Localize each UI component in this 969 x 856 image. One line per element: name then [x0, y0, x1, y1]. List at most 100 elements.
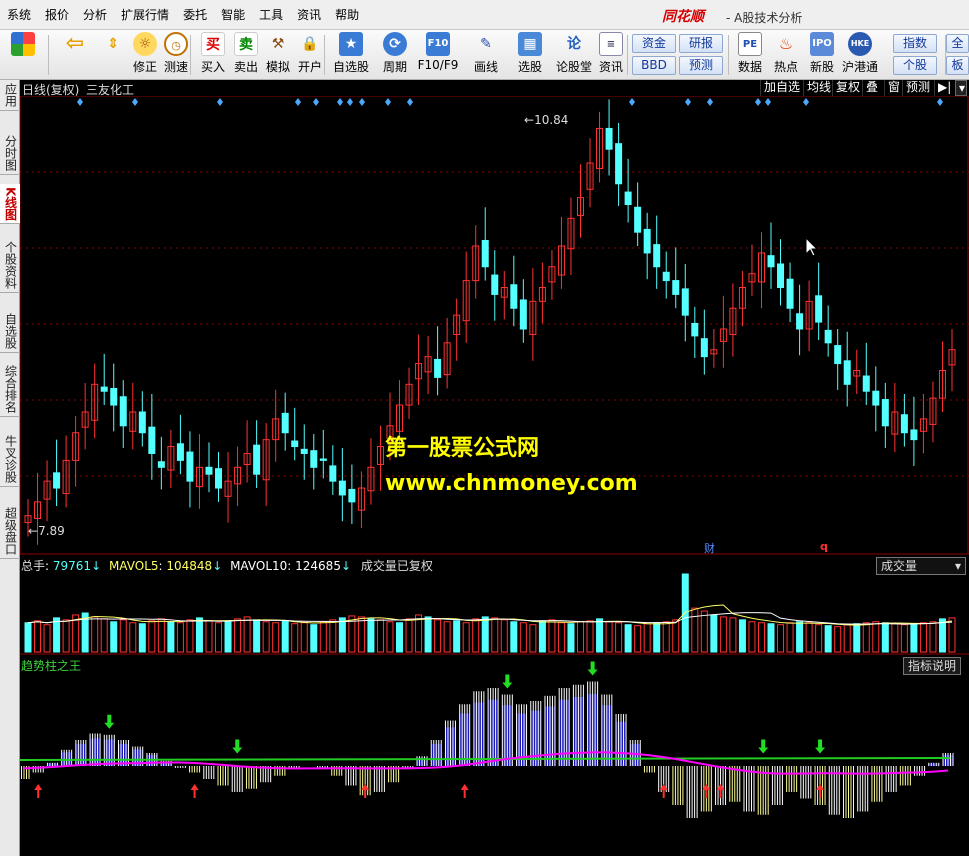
volume-bar	[548, 619, 556, 653]
candle-body	[281, 412, 289, 434]
chart-header-button-4[interactable]: 窗	[884, 80, 903, 96]
chart-header-button-0[interactable]: 加自选	[760, 80, 803, 96]
toolbar-button-6[interactable]: 卖卖出	[231, 32, 261, 78]
volume-bar	[853, 623, 861, 653]
left-tab-7[interactable]: 超级盘口	[0, 504, 20, 559]
toolbar-button-12[interactable]: ✎ 画线	[466, 32, 506, 78]
menu-item-5[interactable]: 智能	[214, 0, 252, 30]
toolbar-button-15[interactable]: ≡ 资讯	[596, 32, 626, 78]
menu-item-2[interactable]: 分析	[76, 0, 114, 30]
toolbar-button-1[interactable]: ⇦	[58, 32, 92, 78]
dropdown-icon[interactable]: ▾	[955, 80, 967, 96]
left-tab-4[interactable]: 自选股	[0, 310, 20, 353]
indicator-green-line	[20, 757, 951, 761]
toolbar-separator	[48, 35, 49, 75]
toolbar-button-label: 选股	[517, 60, 542, 74]
menu-item-4[interactable]: 委托	[176, 0, 214, 30]
menu-item-3[interactable]: 扩展行情	[114, 0, 176, 30]
sell-arrow-icon	[104, 714, 115, 729]
volume-bar	[138, 623, 146, 653]
toolbar-right-button-1[interactable]: ♨ 热点	[770, 32, 802, 78]
chart-header-button-5[interactable]: 预测	[902, 80, 933, 96]
f10-icon: F10	[426, 32, 450, 56]
toolbar-right-button-0[interactable]: PE 数据	[734, 32, 766, 78]
toolbar-button-label: 修正	[132, 60, 157, 74]
left-tab-6[interactable]: 牛叉诊股	[0, 432, 20, 487]
toolbar-button-8[interactable]: 🔒 开户	[294, 32, 326, 78]
left-tab-2[interactable]: K线图	[0, 184, 20, 225]
toolbar-edge-button-2[interactable]: 个股	[893, 56, 937, 75]
collapse-icon[interactable]: ▶|	[934, 80, 954, 96]
q-marker[interactable]: q	[820, 540, 828, 553]
toolbar-small-button-2[interactable]: BBD	[632, 56, 676, 75]
volume-selector[interactable]: 成交量 ▾	[876, 557, 966, 575]
volume-bar	[643, 623, 651, 653]
candle-body	[205, 466, 213, 475]
toolbar-button-10[interactable]: ⟳ 周期	[377, 32, 413, 78]
toolbar-button-label: 测速	[163, 60, 188, 74]
volume-bar	[634, 625, 642, 653]
candle-body	[834, 345, 842, 365]
toolbar-edge-button-3[interactable]: 板块	[946, 56, 969, 75]
menu-item-8[interactable]: 帮助	[328, 0, 366, 30]
toolbar-right-button-3[interactable]: HKE 沪港通	[840, 32, 880, 78]
volume-bar	[338, 617, 346, 653]
toolbar-small-button-0[interactable]: 资金	[632, 34, 676, 53]
volume-ma10-line	[27, 612, 953, 625]
left-tab-5[interactable]: 综合排名	[0, 362, 20, 417]
volume-bar	[386, 621, 394, 653]
menu-item-0[interactable]: 系统	[0, 0, 38, 30]
volume-bar	[253, 619, 261, 653]
toolbar-edge-button-0[interactable]: 指数	[893, 34, 937, 53]
volume-bar	[519, 622, 527, 653]
toolbar-small-button-1[interactable]: 研报	[679, 34, 723, 53]
chart-header-button-1[interactable]: 均线	[803, 80, 834, 96]
back-arrow-icon: ⇦	[65, 31, 85, 56]
buy-icon: 买	[201, 32, 225, 56]
candle-body	[329, 465, 337, 482]
toolbar-button-label: 数据	[737, 60, 762, 74]
toolbar-button-11[interactable]: F10 F10/F9	[416, 32, 460, 78]
toolbar-edge-button-1[interactable]: 全球	[946, 34, 969, 53]
toolbar-button-5[interactable]: 买买入	[198, 32, 228, 78]
ipo-icon: IPO	[810, 32, 834, 56]
candle-body	[291, 440, 299, 448]
toolbar-button-7[interactable]: ⚒ 模拟	[263, 32, 293, 78]
toolbar-button-2[interactable]: ⇕	[100, 32, 126, 78]
toolbar-separator	[728, 35, 729, 75]
menu-item-1[interactable]: 报价	[38, 0, 76, 30]
volume-bar	[129, 622, 137, 653]
volume-bar	[234, 618, 242, 653]
left-tab-3[interactable]: 个股资料	[0, 238, 20, 293]
menu-item-7[interactable]: 资讯	[290, 0, 328, 30]
candle-body	[900, 414, 908, 434]
toolbar-button-14[interactable]: 论论股堂	[554, 32, 594, 78]
left-tab-1[interactable]: 分时图	[0, 132, 20, 175]
menu-item-6[interactable]: 工具	[252, 0, 290, 30]
mouse-cursor-icon	[805, 236, 819, 257]
toolbar-button-4[interactable]: ◷ 测速	[160, 32, 192, 78]
left-tab-0[interactable]: 应用	[0, 80, 20, 111]
event-diamond-icon	[803, 98, 809, 106]
chart-header-button-2[interactable]: 复权	[832, 80, 863, 96]
toolbar-small-button-3[interactable]: 预测	[679, 56, 723, 75]
indicator-help-button[interactable]: 指标说明	[903, 657, 962, 675]
toolbar-button-13[interactable]: ▦ 选股	[510, 32, 550, 78]
toolbar-button-label: 资讯	[598, 60, 623, 74]
toolbar-button-0[interactable]	[6, 32, 40, 78]
volume-bar	[462, 622, 470, 653]
volume-bar	[24, 622, 32, 653]
brand-logo: 同花顺	[662, 9, 704, 25]
toolbar-button-3[interactable]: ☼ 修正	[130, 32, 160, 78]
toolbar-button-9[interactable]: ★ 自选股	[330, 32, 372, 78]
chart-header-button-3[interactable]: 叠	[862, 80, 881, 96]
toolbar-separator	[190, 35, 191, 75]
finance-marker[interactable]: 财	[704, 540, 715, 556]
event-diamond-icon	[765, 98, 771, 106]
volume-bar	[586, 620, 594, 653]
volume-bar	[948, 617, 956, 653]
candle-body	[510, 284, 518, 309]
toolbar-right-button-2[interactable]: IPO 新股	[806, 32, 838, 78]
chart-header: 日线(复权) 三友化工 加自选 均线 复权叠窗预测 ▶| ▾	[20, 80, 969, 97]
volume-bar	[938, 618, 946, 653]
